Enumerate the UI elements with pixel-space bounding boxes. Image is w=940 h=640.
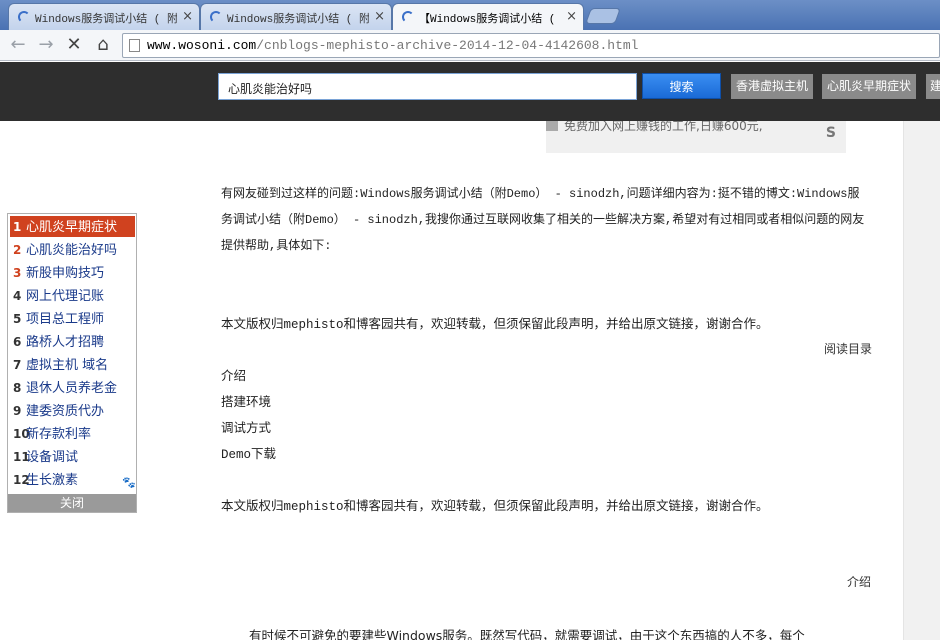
search-button[interactable]: 搜索	[642, 73, 721, 99]
toc-item-setup[interactable]: 搭建环境	[221, 391, 271, 410]
hot-search-item[interactable]: 9 建委资质代办	[10, 400, 135, 421]
hot-search-item[interactable]: 5 项目总工程师	[10, 308, 135, 329]
new-tab-button[interactable]	[585, 8, 621, 24]
hot-search-item[interactable]: 6 路桥人才招聘	[10, 331, 135, 352]
search-input[interactable]: 心肌炎能治好吗	[218, 73, 637, 100]
hot-link-hosting[interactable]: 香港虚拟主机	[731, 74, 814, 99]
url-text: www.wosoni.com/cnblogs-mephisto-archive-…	[147, 38, 639, 53]
loading-icon	[402, 11, 414, 23]
copyright-notice: 本文版权归mephisto和博客园共有，欢迎转载，但须保留此段声明，并给出原文链…	[221, 318, 769, 332]
body-paragraph: 有时候不可避免的要建些Windows服务。既然写代码，就需要调试，由于这个东西搞…	[249, 628, 805, 640]
intro-paragraph: 有网友碰到过这样的问题:Windows服务调试小结（附Demo） - sinod…	[221, 187, 865, 253]
ad-text: 免费加入网上赚钱的工作,日赚600元,	[564, 121, 763, 133]
loading-icon	[18, 11, 30, 23]
toc-item-intro[interactable]: 介绍	[221, 365, 246, 384]
hot-search-item[interactable]: 10新存款利率	[10, 423, 135, 444]
tab-strip: Windows服务调试小结 ( 附 × Windows服务调试小结 ( 附 × …	[0, 0, 940, 31]
hot-search-widget: 1 心肌炎早期症状 2 心肌炎能治好吗 3 新股申购技巧 4 网上代理记账 5 项目总工程…	[7, 213, 137, 513]
loading-icon	[210, 11, 222, 23]
ad-logo: S	[825, 125, 836, 141]
tab-2[interactable]: Windows服务调试小结 ( 附 ×	[200, 3, 392, 30]
forward-arrow-icon[interactable]: →	[36, 35, 56, 55]
tab-3-active[interactable]: 【Windows服务调试小结 ( ×	[392, 3, 584, 31]
address-bar[interactable]: www.wosoni.com/cnblogs-mephisto-archive-…	[122, 33, 940, 58]
close-tab-icon[interactable]: ×	[374, 9, 385, 24]
toc-item-debug[interactable]: 调试方式	[221, 417, 271, 436]
hot-search-item[interactable]: 8 退休人员养老金	[10, 377, 135, 398]
hot-search-item[interactable]: 2 心肌炎能治好吗	[10, 239, 135, 260]
hot-search-item[interactable]: 1 心肌炎早期症状	[10, 216, 135, 237]
paw-icon: 🐾	[122, 476, 136, 489]
toc-item-download[interactable]: Demo下载	[221, 443, 276, 462]
tab-title: Windows服务调试小结 ( 附	[227, 14, 369, 26]
hot-search-item[interactable]: 4 网上代理记账	[10, 285, 135, 306]
read-toc-link[interactable]: 阅读目录	[824, 340, 872, 357]
home-icon[interactable]: ⌂	[93, 35, 113, 55]
tab-1[interactable]: Windows服务调试小结 ( 附 ×	[8, 3, 200, 30]
section-label-intro: 介绍	[847, 575, 872, 589]
hot-link-myocarditis[interactable]: 心肌炎早期症状	[822, 74, 917, 99]
tab-title: 【Windows服务调试小结 (	[419, 14, 556, 26]
article-intro: 有网友碰到过这样的问题:Windows服务调试小结（附Demo） - sinod…	[221, 181, 871, 259]
copyright-notice-2: 本文版权归mephisto和博客园共有，欢迎转载，但须保留此段声明，并给出原文链…	[221, 500, 769, 514]
hot-search-item[interactable]: 12生长激素	[10, 469, 135, 490]
close-tab-icon[interactable]: ×	[566, 9, 577, 24]
hot-search-item[interactable]: 7 虚拟主机 域名	[10, 354, 135, 375]
tab-title: Windows服务调试小结 ( 附	[35, 14, 177, 26]
hot-search-item[interactable]: 3 新股申购技巧	[10, 262, 135, 283]
ad-banner[interactable]: 免费加入网上赚钱的工作,日赚600元, S	[546, 121, 846, 153]
scrollbar[interactable]	[903, 121, 940, 640]
close-widget-button[interactable]: 关闭	[8, 494, 136, 512]
site-search-header: 心肌炎能治好吗 搜索 香港虚拟主机 心肌炎早期症状 建	[0, 62, 940, 121]
browser-toolbar: ← → ✕ ⌂ www.wosoni.com/cnblogs-mephisto-…	[0, 30, 940, 61]
ad-mark-icon	[546, 121, 558, 131]
stop-icon[interactable]: ✕	[64, 35, 84, 55]
page-icon	[129, 39, 140, 52]
page-content: 免费加入网上赚钱的工作,日赚600元, S 有网友碰到过这样的问题:Window…	[0, 121, 940, 640]
hot-link-truncated[interactable]: 建	[926, 74, 940, 99]
back-arrow-icon[interactable]: ←	[8, 35, 28, 55]
hot-search-item[interactable]: 11设备调试	[10, 446, 135, 467]
close-tab-icon[interactable]: ×	[182, 9, 193, 24]
